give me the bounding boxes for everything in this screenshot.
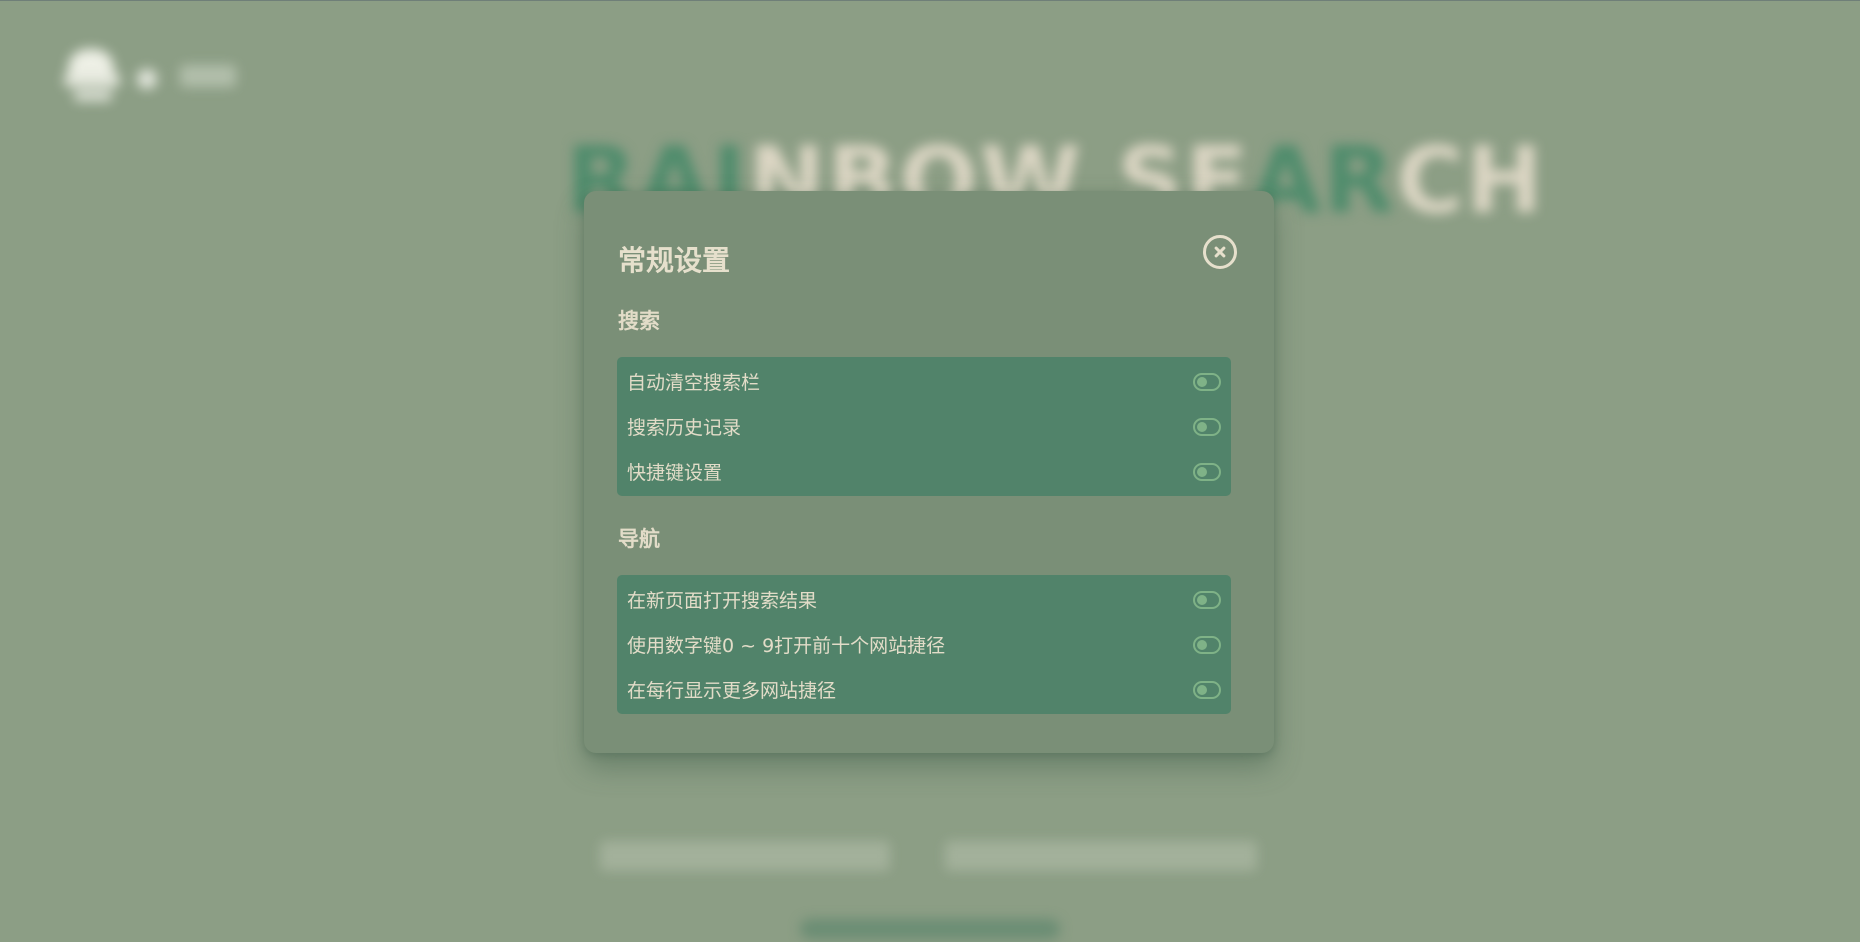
background-search-bar <box>800 919 1060 939</box>
setting-search-history[interactable]: 搜索历史记录 <box>617 404 1231 449</box>
toggle-switch[interactable] <box>1193 462 1221 481</box>
app-logo <box>64 49 122 105</box>
background-link <box>945 841 1257 871</box>
section-navigation: 在新页面打开搜索结果 使用数字键0 ~ 9打开前十个网站捷径 在每行显示更多网站… <box>617 575 1231 714</box>
setting-label: 快捷键设置 <box>627 462 723 484</box>
toggle-switch[interactable] <box>1193 635 1221 654</box>
background-link <box>600 841 890 871</box>
settings-dialog: 常规设置 搜索 自动清空搜索栏 搜索历史记录 快捷键设置 导航 在新页面打开搜索… <box>584 191 1274 753</box>
dialog-title: 常规设置 <box>618 244 731 277</box>
toggle-switch[interactable] <box>1193 680 1221 699</box>
setting-more-shortcuts-per-row[interactable]: 在每行显示更多网站捷径 <box>617 667 1231 712</box>
setting-label: 在每行显示更多网站捷径 <box>627 680 837 702</box>
section-title-navigation: 导航 <box>618 527 660 551</box>
background-menu-icon <box>137 69 157 89</box>
close-icon[interactable] <box>1203 235 1237 269</box>
setting-label: 自动清空搜索栏 <box>627 372 761 394</box>
setting-auto-clear-search[interactable]: 自动清空搜索栏 <box>617 359 1231 404</box>
setting-label: 使用数字键0 ~ 9打开前十个网站捷径 <box>627 635 946 657</box>
toggle-switch[interactable] <box>1193 590 1221 609</box>
setting-label: 搜索历史记录 <box>627 417 742 439</box>
setting-label: 在新页面打开搜索结果 <box>627 590 818 612</box>
setting-open-results-new-page[interactable]: 在新页面打开搜索结果 <box>617 577 1231 622</box>
background-nav <box>180 65 236 87</box>
setting-number-key-shortcuts[interactable]: 使用数字键0 ~ 9打开前十个网站捷径 <box>617 622 1231 667</box>
toggle-switch[interactable] <box>1193 417 1221 436</box>
toggle-switch[interactable] <box>1193 372 1221 391</box>
setting-shortcut-keys[interactable]: 快捷键设置 <box>617 449 1231 494</box>
section-search: 自动清空搜索栏 搜索历史记录 快捷键设置 <box>617 357 1231 496</box>
section-title-search: 搜索 <box>618 309 660 333</box>
